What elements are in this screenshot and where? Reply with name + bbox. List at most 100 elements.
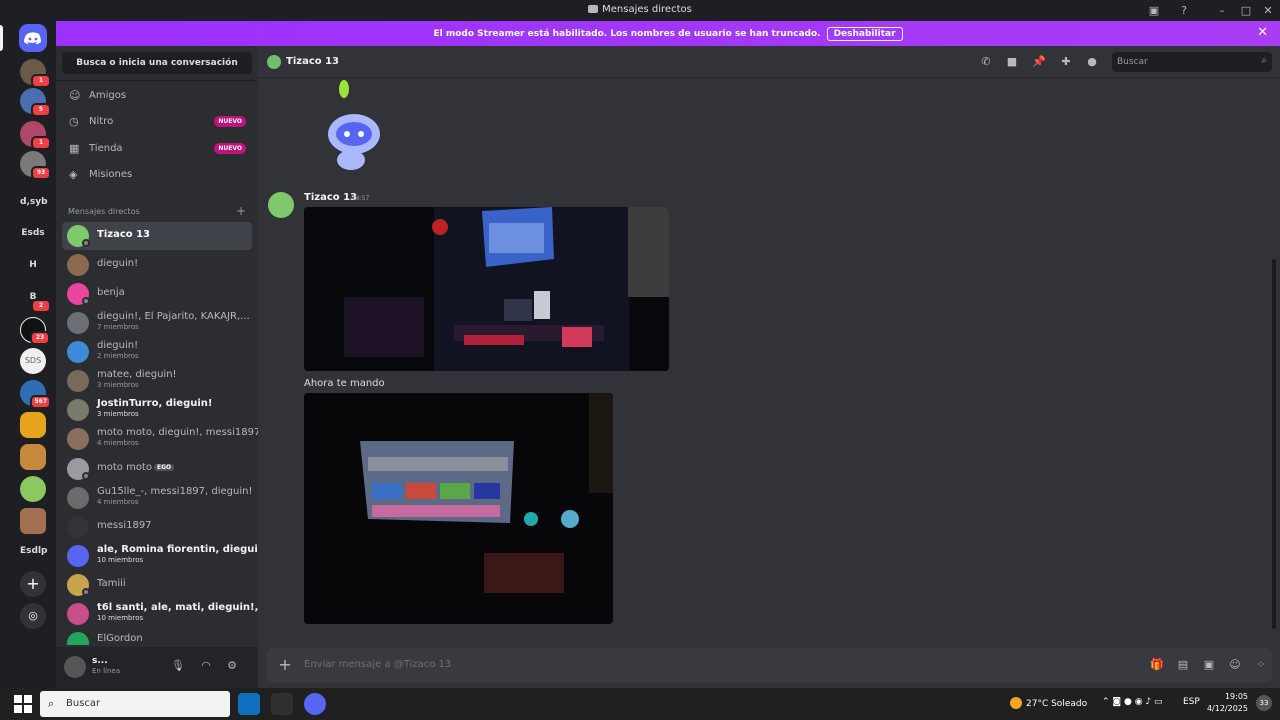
message-author[interactable]: Tizaco 13 xyxy=(304,192,357,203)
discover-icon[interactable]: ◎ xyxy=(20,603,46,629)
message-input[interactable]: Enviar mensaje a @Tizaco 13 xyxy=(304,659,451,670)
dm-header: Mensajes directos xyxy=(68,207,140,216)
server-3[interactable]: 1 xyxy=(20,121,51,150)
server-5[interactable]: 23 xyxy=(20,317,50,345)
help-icon[interactable]: ? xyxy=(1176,3,1192,19)
create-dm-icon[interactable]: + xyxy=(236,204,246,218)
dm-item[interactable]: Gu15lle_-, messi1897, dieguin! 4 miembros xyxy=(62,484,252,512)
avatar[interactable] xyxy=(64,656,86,678)
server-1[interactable]: 1 xyxy=(20,59,51,88)
gif-icon[interactable]: ▤ xyxy=(1176,658,1190,672)
dm-item[interactable]: Tamiii xyxy=(62,571,252,599)
server-2[interactable]: 5 xyxy=(20,88,51,117)
dm-item[interactable]: ElGordon xyxy=(62,629,252,645)
add-friends-icon[interactable]: ✚ xyxy=(1059,55,1073,69)
avatar xyxy=(267,55,281,69)
language-indicator[interactable]: ESP xyxy=(1183,697,1200,707)
dm-item[interactable]: matee, dieguin! 3 miembros xyxy=(62,367,252,395)
home-button[interactable] xyxy=(19,24,47,52)
chat-header: Tizaco 13 ✆ ■ 📌 ✚ ● Buscar ⌕ xyxy=(258,46,1280,78)
disable-streamer-button[interactable]: Deshabilitar xyxy=(826,27,903,41)
attach-icon[interactable]: + xyxy=(276,656,294,674)
server-8[interactable] xyxy=(20,444,46,470)
nav-nitro[interactable]: ◷ Nitro NUEVO xyxy=(62,110,252,134)
server-h[interactable]: H xyxy=(20,252,46,278)
discord-icon xyxy=(588,5,599,13)
dm-item[interactable]: dieguin!, El Pajarito, KAKAJR,... 7 miemb… xyxy=(62,309,252,337)
server-sds[interactable]: SDS xyxy=(20,348,46,374)
dm-item[interactable]: messi1897 xyxy=(62,513,252,541)
attachment-image[interactable] xyxy=(304,393,613,624)
server-7[interactable] xyxy=(20,412,46,438)
message-time: 18:57 xyxy=(352,195,370,202)
new-badge: NUEVO xyxy=(214,116,246,127)
tray-icons[interactable]: ⌃ ◙ ● ◉ ♪ ▭ xyxy=(1102,697,1163,707)
shop-icon: ▦ xyxy=(69,142,80,155)
nav-friends[interactable]: ☺ Amigos xyxy=(62,84,252,108)
server-6[interactable]: 567 xyxy=(20,380,51,409)
server-9[interactable] xyxy=(20,476,46,502)
dm-item[interactable]: moto moto, dieguin!, messi1897 4 miembros xyxy=(62,425,260,453)
apps-icon[interactable]: ⁘ xyxy=(1254,658,1268,672)
dm-search-button[interactable]: Busca o inicia una conversación xyxy=(62,52,252,74)
streamer-mode-banner: El modo Streamer está habilitado. Los no… xyxy=(56,21,1280,46)
headphones-icon[interactable]: ◠ xyxy=(198,658,214,674)
user-panel: s... En línea 🎙 ◠ ⚙ xyxy=(56,647,258,688)
discord-app: Mensajes directos ▣ ? – □ ✕ 1 5 1 93 d,s… xyxy=(0,0,1280,720)
dm-item[interactable]: ale, Romina fiorentin, dieguin!... 10 mie… xyxy=(62,542,281,570)
avatar xyxy=(67,254,89,276)
dm-item[interactable]: dieguin! xyxy=(62,251,252,279)
nav-shop[interactable]: ▦ Tienda NUEVO xyxy=(62,137,252,161)
server-esdlp[interactable]: Esdlp xyxy=(20,538,47,564)
server-dsyb[interactable]: d,syb xyxy=(20,189,48,215)
pin-icon[interactable]: 📌 xyxy=(1032,55,1046,69)
server-b[interactable]: B2 xyxy=(20,284,51,313)
clock[interactable]: 19:05 4/12/2025 xyxy=(1200,691,1248,715)
attachment-image[interactable] xyxy=(304,207,669,371)
close-window-button[interactable]: ✕ xyxy=(1260,3,1276,19)
avatar[interactable] xyxy=(268,192,294,218)
discord-taskbar-icon[interactable] xyxy=(304,693,326,715)
obs-icon[interactable] xyxy=(271,693,293,715)
avatar xyxy=(67,399,89,421)
dm-item[interactable]: Tizaco 13 xyxy=(62,222,252,250)
search-icon: ⌕ xyxy=(48,697,55,710)
dm-item[interactable]: JostinTurro, dieguin! 3 miembros xyxy=(62,396,252,424)
gift-icon[interactable]: 🎁 xyxy=(1150,658,1164,672)
notification-badge[interactable]: 33 xyxy=(1256,695,1272,711)
selected-indicator xyxy=(0,25,3,51)
dm-item[interactable]: dieguin! 2 miembros xyxy=(62,338,252,366)
inbox-icon[interactable]: ▣ xyxy=(1146,3,1162,19)
dm-item[interactable]: benja xyxy=(62,280,252,308)
dm-item[interactable]: moto moto EGO xyxy=(62,455,252,483)
user-profile-icon[interactable]: ● xyxy=(1085,55,1099,69)
maximize-button[interactable]: □ xyxy=(1238,3,1254,19)
server-esds[interactable]: Esds xyxy=(20,220,46,246)
dm-item[interactable]: t6l santi, ale, mati, dieguin!, m... 10 m… xyxy=(62,600,284,628)
add-server-icon[interactable]: + xyxy=(20,571,46,597)
server-4[interactable]: 93 xyxy=(20,151,51,180)
taskbar-search[interactable]: ⌕ Buscar xyxy=(40,691,230,717)
recipient-name[interactable]: Tizaco 13 xyxy=(286,56,339,67)
clan-tag: EGO xyxy=(153,464,175,471)
scrollbar[interactable] xyxy=(1272,259,1276,629)
search-input[interactable]: Buscar ⌕ xyxy=(1112,52,1272,72)
voice-call-icon[interactable]: ✆ xyxy=(979,55,993,69)
message-composer[interactable]: + Enviar mensaje a @Tizaco 13 🎁 ▤ ▣ ☺ ⁘ xyxy=(266,648,1272,682)
message-text: Ahora te mando xyxy=(304,378,385,389)
nav-quests[interactable]: ◈ Misiones xyxy=(62,163,252,187)
status-dot xyxy=(82,472,90,480)
settings-icon[interactable]: ⚙ xyxy=(224,658,240,674)
start-button[interactable] xyxy=(14,695,32,713)
windows-taskbar: ⌕ Buscar 27°C Soleado ⌃ ◙ ● ◉ ♪ ▭ ESP 19:… xyxy=(0,688,1280,720)
edge-icon[interactable] xyxy=(238,693,260,715)
microphone-icon[interactable]: 🎙 xyxy=(170,658,186,674)
server-10[interactable] xyxy=(20,508,46,534)
minimize-button[interactable]: – xyxy=(1214,3,1230,19)
weather-widget[interactable]: 27°C Soleado xyxy=(1010,697,1087,709)
video-call-icon[interactable]: ■ xyxy=(1005,55,1019,69)
emoji-icon[interactable]: ☺ xyxy=(1228,658,1242,672)
window-titlebar: Mensajes directos ▣ ? – □ ✕ xyxy=(0,0,1280,21)
sticker-icon[interactable]: ▣ xyxy=(1202,658,1216,672)
close-banner-icon[interactable]: ✕ xyxy=(1257,25,1268,40)
